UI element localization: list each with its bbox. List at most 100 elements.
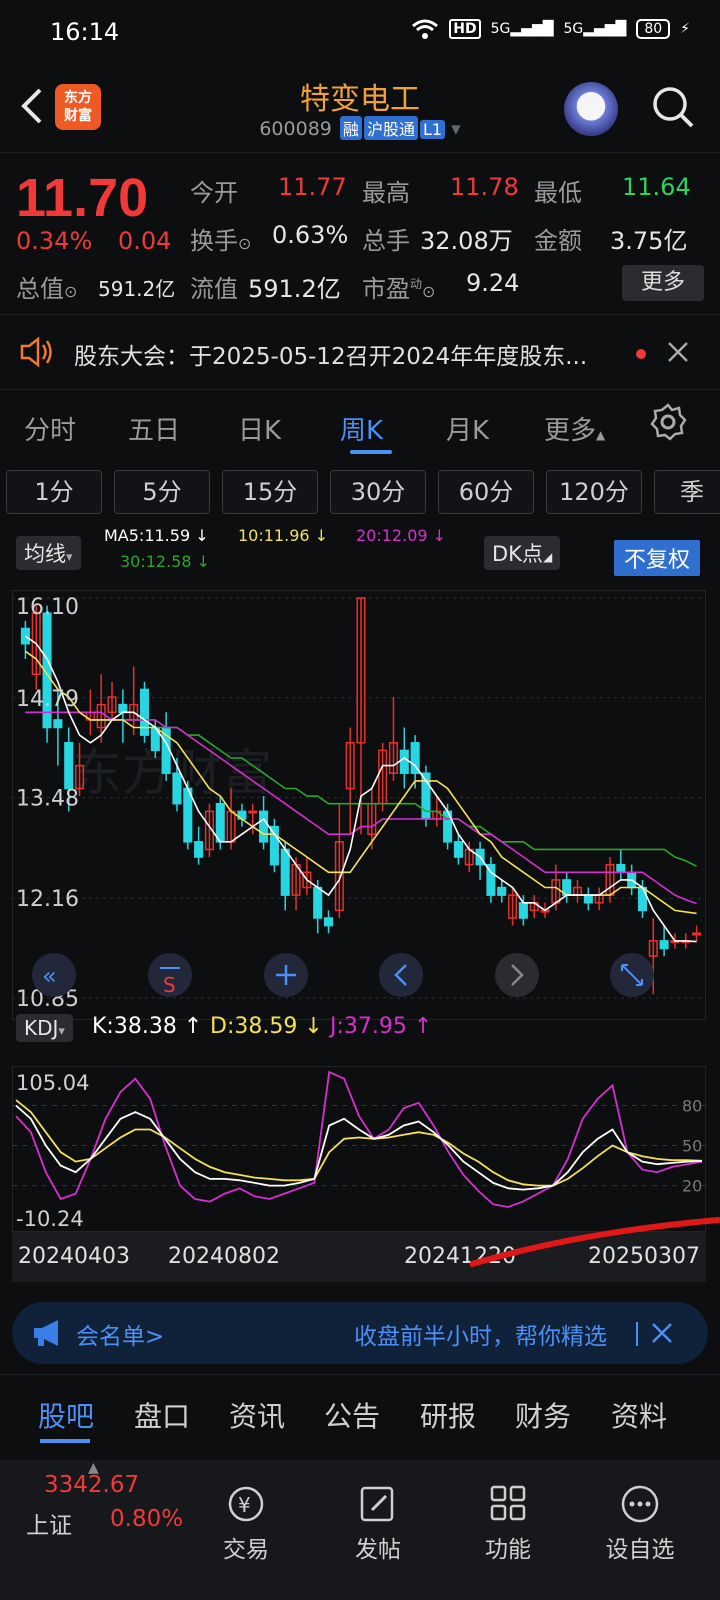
tab-intraday[interactable]: 分时 (24, 410, 76, 447)
promo-banner[interactable]: 会名单> 收盘前半小时，帮你精选 (12, 1302, 708, 1364)
tag-connect: 沪股通 (363, 116, 418, 140)
interval-15min[interactable]: 15分 (222, 470, 318, 514)
pe-label[interactable]: 市盈动⊙ (362, 269, 435, 304)
nav-watchlist[interactable]: 设自选 (590, 1484, 690, 1564)
tab-profile[interactable]: 资料 (611, 1395, 667, 1435)
quote-panel: 11.70 0.34% 0.04 今开 11.77 最高 11.78 最低 11… (0, 152, 720, 312)
tab-daily[interactable]: 日K (238, 410, 281, 447)
speaker-icon (20, 336, 52, 368)
kdj-k-value: K:38.38 ↑ (92, 1014, 203, 1039)
kdj-axis-top: 105.04 (16, 1071, 89, 1095)
interval-120min[interactable]: 120分 (546, 470, 642, 514)
kdj-d-value: D:38.59 ↓ (210, 1014, 323, 1039)
search-icon[interactable] (650, 84, 696, 130)
fullscreen-button[interactable] (610, 953, 654, 997)
svg-text:¥: ¥ (238, 1493, 251, 1517)
prev-bg[interactable] (379, 953, 423, 997)
interval-quarter[interactable]: 季 (654, 470, 720, 514)
adjust-button[interactable]: 不复权 (614, 540, 701, 576)
dk-point-selector[interactable]: DK点◢ (484, 536, 561, 570)
tab-announcements[interactable]: 公告 (324, 1395, 380, 1435)
tab-financials[interactable]: 财务 (515, 1395, 571, 1435)
tag-level[interactable]: L1 (419, 120, 446, 139)
assistant-robot-icon[interactable] (564, 82, 618, 136)
nav-post[interactable]: 发帖 (328, 1484, 428, 1564)
minute-interval-bar: 1分 5分 15分 30分 60分 120分 季 (0, 470, 720, 520)
candle-body (616, 863, 626, 874)
tab-research[interactable]: 研报 (420, 1395, 476, 1435)
interval-5min[interactable]: 5分 (114, 470, 210, 514)
ma-selector-label: 均线 (24, 542, 66, 566)
candle-body (183, 787, 193, 843)
content-tabs: 股吧 盘口 资讯 公告 研报 财务 资料 (0, 1374, 720, 1444)
kdj-frame (12, 1066, 706, 1232)
ma5-legend: MA5:11.59 ↓ (104, 526, 209, 545)
candle-body (313, 886, 323, 919)
grid-icon (490, 1485, 526, 1521)
chevron-down-icon: ▾ (58, 1024, 65, 1039)
indicator-selector[interactable]: KDJ▾ (16, 1014, 73, 1042)
close-icon[interactable] (666, 340, 690, 364)
candle-body (269, 825, 279, 866)
tab-orderbook[interactable]: 盘口 (134, 1395, 190, 1435)
tab-monthly[interactable]: 月K (446, 410, 489, 447)
yen-cycle-icon: ¥ (228, 1486, 264, 1522)
pe-sup: 动 (410, 277, 423, 291)
ma-selector[interactable]: 均线▾ (16, 536, 81, 570)
tab-more[interactable]: 更多▲ (544, 410, 605, 447)
caret-up-icon: ▲ (596, 428, 606, 442)
close-icon[interactable] (650, 1321, 674, 1345)
info-icon[interactable]: ⊙ (422, 282, 435, 301)
s-marker-icon[interactable]: S (163, 973, 176, 997)
tab-forum[interactable]: 股吧 (38, 1395, 94, 1435)
candle-body (399, 749, 409, 774)
kline-chart[interactable]: 东方财富 16.1014.7913.4812.1610.85 « S (12, 590, 706, 1020)
index-ticker[interactable]: ▲ 3342.67 上证 0.80% (20, 1460, 190, 1572)
interval-30min[interactable]: 30分 (330, 470, 426, 514)
banner-left-text[interactable]: 会名单> (76, 1317, 164, 1351)
scroll-left-button[interactable]: « (32, 953, 76, 997)
amount-label: 金额 (534, 227, 582, 255)
info-icon[interactable]: ⊙ (64, 282, 77, 301)
next-button[interactable] (495, 953, 539, 997)
interval-60min[interactable]: 60分 (438, 470, 534, 514)
gear-icon[interactable] (648, 402, 688, 442)
date-label-1: 20240403 (18, 1244, 130, 1269)
low-value: 11.64 (622, 173, 691, 201)
index-value: 3342.67 (44, 1472, 140, 1498)
turnover-label-text: 换手 (190, 227, 238, 255)
sell-marker-button[interactable]: S (148, 953, 192, 997)
notice-text[interactable]: 股东大会：于2025-05-12召开2024年年度股东... (74, 337, 587, 371)
tab-news[interactable]: 资讯 (229, 1395, 285, 1435)
price-tick: 14.79 (16, 687, 79, 712)
kdj-level-label: 20 (682, 1177, 702, 1196)
chevron-down-icon[interactable]: ▾ (451, 118, 461, 140)
mktcap-label[interactable]: 总值⊙ (16, 269, 77, 304)
more-button[interactable]: 更多 (622, 265, 704, 301)
turnover-label[interactable]: 换手⊙ (190, 221, 251, 256)
indicator-label: KDJ (24, 1016, 59, 1040)
kdj-j-value: J:37.95 ↑ (330, 1014, 433, 1039)
double-chevron-left-icon[interactable]: « (42, 962, 57, 990)
info-icon[interactable]: ⊙ (238, 234, 251, 253)
nav-functions[interactable]: 功能 (458, 1484, 558, 1564)
nav-functions-label: 功能 (485, 1537, 531, 1563)
kdj-chart[interactable]: 80 50 20 105.04 -10.24 (12, 1066, 706, 1232)
tab-5day[interactable]: 五日 (128, 410, 180, 447)
zoom-in-button[interactable] (264, 953, 308, 997)
candle-body (637, 886, 647, 912)
interval-1min[interactable]: 1分 (6, 470, 102, 514)
dk-label: DK点 (492, 542, 543, 566)
status-time: 16:14 (50, 18, 120, 46)
next-bg[interactable] (495, 953, 539, 997)
ma30-legend: 30:12.58 ↓ (120, 552, 211, 571)
status-bar: 16:14 HD 5G▂▄▆█ 5G▂▄▆█ 80 ⚡ (0, 0, 720, 66)
prev-button[interactable] (379, 953, 423, 997)
tab-weekly[interactable]: 周K (340, 410, 383, 447)
candle-body (259, 810, 269, 843)
nav-post-label: 发帖 (355, 1537, 401, 1563)
last-price: 11.70 (16, 168, 149, 228)
nav-trade[interactable]: ¥ 交易 (196, 1484, 296, 1564)
banner-right-text[interactable]: 收盘前半小时，帮你精选 (354, 1317, 607, 1351)
notice-bar[interactable]: 股东大会：于2025-05-12召开2024年年度股东... (0, 314, 720, 390)
